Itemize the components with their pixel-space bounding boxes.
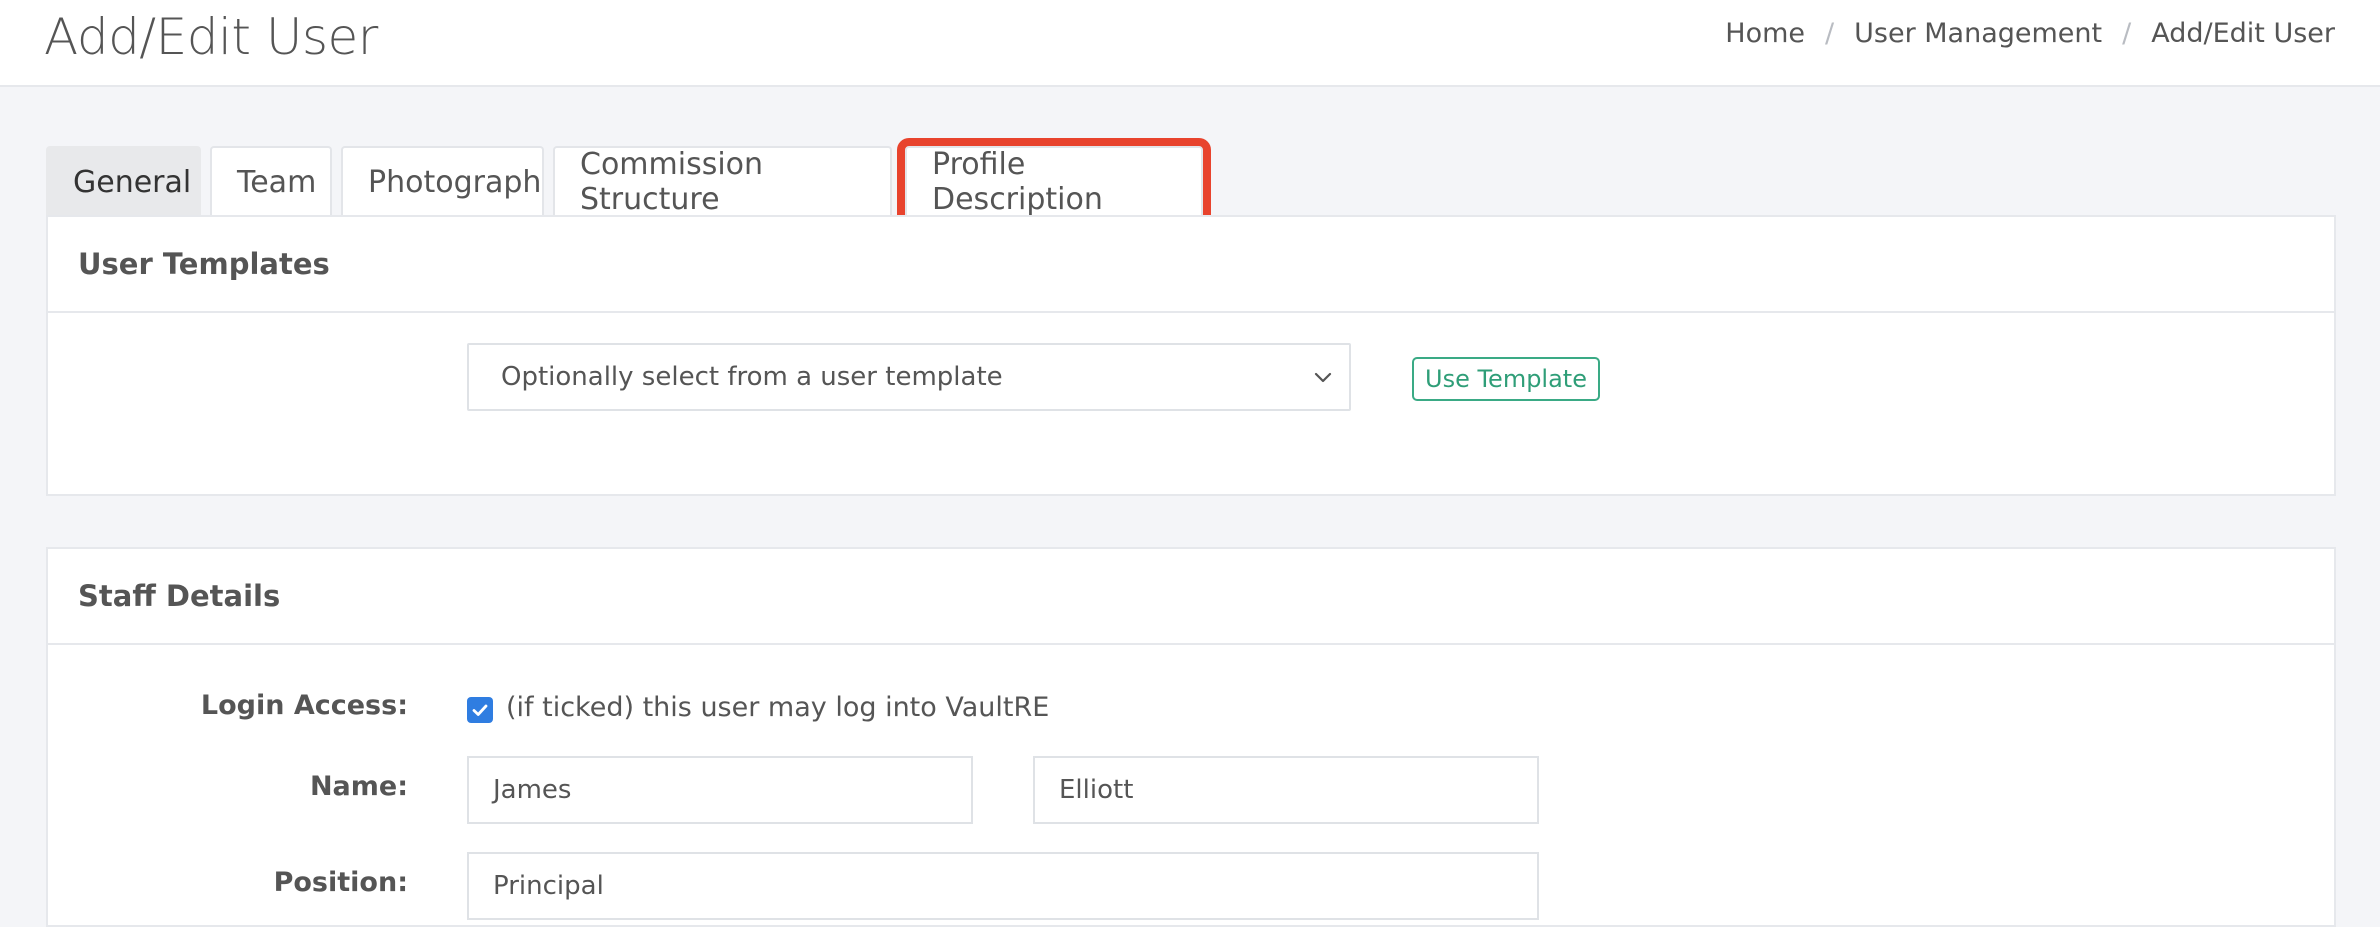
login-access-checkbox[interactable] bbox=[467, 697, 493, 723]
tab-profile-description[interactable]: Profile Description bbox=[897, 138, 1211, 224]
login-access-description: (if ticked) this user may log into Vault… bbox=[506, 692, 1050, 723]
position-label: Position: bbox=[273, 867, 408, 898]
checkmark-icon bbox=[472, 704, 488, 716]
tab-commission-structure[interactable]: Commission Structure bbox=[553, 146, 892, 217]
tab-general[interactable]: General bbox=[46, 146, 201, 216]
breadcrumb-user-management[interactable]: User Management bbox=[1854, 18, 2102, 49]
staff-details-card: Staff Details Login Access: (if ticked) … bbox=[46, 547, 2336, 927]
breadcrumb: Home / User Management / Add/Edit User bbox=[1725, 18, 2335, 49]
tab-team[interactable]: Team bbox=[210, 146, 332, 216]
tab-bar: General Team Photograph Commission Struc… bbox=[46, 138, 1212, 224]
last-name-input[interactable]: Elliott bbox=[1033, 756, 1539, 824]
first-name-input[interactable]: James bbox=[467, 756, 973, 824]
top-bar: Add/Edit User Home / User Management / A… bbox=[0, 0, 2380, 87]
position-input[interactable]: Principal bbox=[467, 852, 1539, 920]
user-template-select[interactable]: Optionally select from a user template bbox=[467, 343, 1351, 411]
user-templates-heading: User Templates bbox=[48, 217, 2334, 313]
login-access-label: Login Access: bbox=[200, 690, 408, 721]
breadcrumb-separator: / bbox=[2122, 18, 2132, 49]
name-label: Name: bbox=[309, 771, 408, 802]
user-template-select-value: Optionally select from a user template bbox=[501, 362, 1003, 392]
breadcrumb-separator: / bbox=[1825, 18, 1835, 49]
chevron-down-icon bbox=[1314, 372, 1332, 383]
breadcrumb-current: Add/Edit User bbox=[2151, 18, 2335, 49]
tab-photograph[interactable]: Photograph bbox=[341, 146, 544, 216]
page-title: Add/Edit User bbox=[44, 8, 378, 66]
use-template-button[interactable]: Use Template bbox=[1412, 357, 1600, 401]
staff-details-heading: Staff Details bbox=[48, 549, 2334, 645]
breadcrumb-home[interactable]: Home bbox=[1725, 18, 1805, 49]
user-templates-card: User Templates Optionally select from a … bbox=[46, 215, 2336, 496]
